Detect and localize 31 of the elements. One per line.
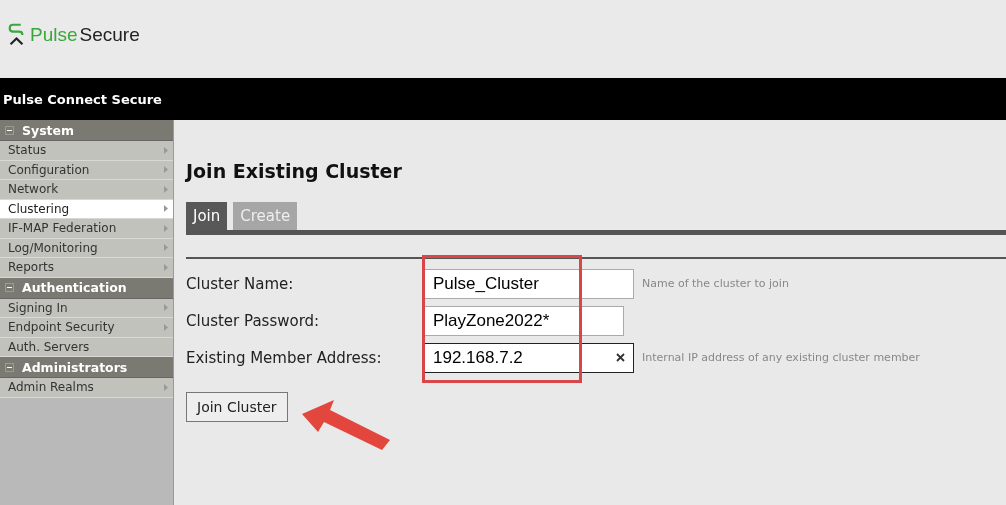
input-field[interactable]: 192.168.7.2 — [424, 342, 634, 373]
sidebar-section-header[interactable]: Authentication — [0, 277, 173, 299]
page-title: Join Existing Cluster — [186, 160, 403, 184]
field-label: Existing Member Address: — [186, 348, 383, 367]
collapse-icon — [5, 283, 14, 292]
sidebar-item[interactable]: Clustering — [0, 199, 173, 219]
clear-icon[interactable] — [616, 353, 625, 362]
sidebar-item[interactable]: Configuration — [0, 160, 173, 180]
input-field[interactable]: Pulse_Cluster — [424, 268, 634, 299]
sidebar-section-header[interactable]: System — [0, 120, 173, 141]
collapse-icon — [5, 125, 14, 135]
field-label: Cluster Password: — [186, 311, 321, 330]
field-hint: Internal IP address of any existing cluster member — [642, 351, 920, 364]
product-title: Pulse Connect Secure — [3, 91, 162, 107]
sidebar-item[interactable]: Log/Monitoring — [0, 238, 173, 258]
sidebar-item[interactable]: Status — [0, 141, 173, 161]
join-cluster-button[interactable]: Join Cluster — [186, 392, 288, 422]
sidebar-item[interactable]: Network — [0, 180, 173, 200]
sidebar-item[interactable]: IF-MAP Federation — [0, 219, 173, 239]
sidebar-item[interactable]: Admin Realms — [0, 378, 173, 398]
tab[interactable]: Join — [186, 202, 228, 230]
sidebar-item[interactable]: Auth. Servers — [0, 337, 173, 357]
sidebar-section-header[interactable]: Administrators — [0, 357, 173, 378]
collapse-icon — [5, 362, 14, 372]
logo: PulseSecure — [8, 22, 140, 48]
sidebar-item[interactable]: Signing In — [0, 298, 173, 318]
field-label: Cluster Name: — [186, 274, 295, 293]
field-hint: Name of the cluster to join — [642, 277, 789, 290]
input-field[interactable]: PlayZone2022* — [424, 305, 624, 336]
sidebar-item[interactable]: Endpoint Security — [0, 318, 173, 338]
sidebar-item[interactable]: Reports — [0, 258, 173, 278]
